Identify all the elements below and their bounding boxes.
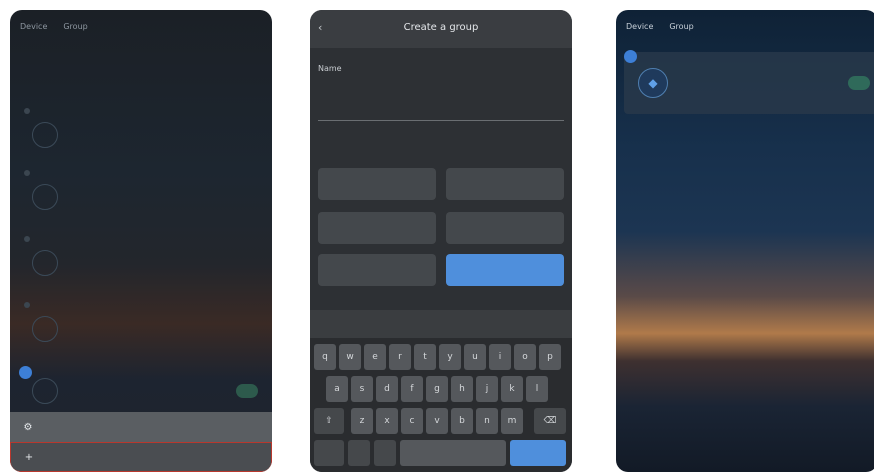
phone-create-group: ‹ Create a group Name q w e r t y u i o … (310, 10, 572, 472)
key-v[interactable]: v (426, 408, 448, 434)
key-y[interactable]: y (439, 344, 461, 370)
device-icon (32, 250, 58, 276)
keyboard-suggestions (310, 310, 572, 338)
on-screen-keyboard: q w e r t y u i o p a s d f g h j k l ⇧ … (310, 338, 572, 472)
device-chip[interactable] (318, 212, 436, 244)
device-chip[interactable] (446, 212, 564, 244)
tab-device[interactable]: Device (626, 22, 653, 31)
list-item[interactable] (10, 38, 272, 98)
status-dot (24, 302, 30, 308)
key-g[interactable]: g (426, 376, 448, 402)
key-c[interactable]: c (401, 408, 423, 434)
list-item[interactable] (10, 228, 272, 288)
key-d[interactable]: d (376, 376, 398, 402)
comma-key[interactable] (348, 440, 370, 466)
key-n[interactable]: n (476, 408, 498, 434)
key-x[interactable]: x (376, 408, 398, 434)
key-p[interactable]: p (539, 344, 561, 370)
status-dot (24, 236, 30, 242)
key-t[interactable]: t (414, 344, 436, 370)
screenshot-stage: Device Group ⚙ + ‹ Create a group Name q… (0, 0, 874, 475)
key-e[interactable]: e (364, 344, 386, 370)
check-icon (624, 50, 637, 63)
shift-key[interactable]: ⇧ (314, 408, 344, 434)
key-f[interactable]: f (401, 376, 423, 402)
key-h[interactable]: h (451, 376, 473, 402)
check-icon (19, 366, 32, 379)
device-chip[interactable] (318, 254, 436, 286)
device-icon (32, 378, 58, 404)
tab-device[interactable]: Device (20, 22, 47, 31)
device-icon (32, 184, 58, 210)
key-z[interactable]: z (351, 408, 373, 434)
key-s[interactable]: s (351, 376, 373, 402)
key-a[interactable]: a (326, 376, 348, 402)
top-tabs: Device Group (626, 22, 694, 31)
key-o[interactable]: o (514, 344, 536, 370)
name-label: Name (318, 64, 342, 73)
plus-icon: + (24, 451, 34, 463)
key-w[interactable]: w (339, 344, 361, 370)
device-chip-selected[interactable] (446, 254, 564, 286)
list-item[interactable] (10, 162, 272, 222)
symbols-key[interactable] (314, 440, 344, 466)
group-icon: ◆ (638, 68, 668, 98)
key-l[interactable]: l (526, 376, 548, 402)
phone-group-created: Device Group ◆ (616, 10, 874, 472)
emoji-key[interactable] (374, 440, 396, 466)
phone-device-list: Device Group ⚙ + (10, 10, 272, 472)
list-item[interactable] (10, 294, 272, 354)
key-u[interactable]: u (464, 344, 486, 370)
menu-item-create-group[interactable]: + (10, 442, 272, 472)
backspace-key[interactable]: ⌫ (534, 408, 566, 434)
menu-item-device-settings[interactable]: ⚙ (10, 412, 272, 442)
title-bar: ‹ Create a group (310, 10, 572, 48)
space-key[interactable] (400, 440, 506, 466)
key-m[interactable]: m (501, 408, 523, 434)
device-icon (32, 316, 58, 342)
status-dot (24, 170, 30, 176)
power-toggle[interactable] (236, 384, 258, 398)
device-chip[interactable] (446, 168, 564, 200)
key-i[interactable]: i (489, 344, 511, 370)
power-toggle[interactable] (848, 76, 870, 90)
device-chip[interactable] (318, 168, 436, 200)
tab-group[interactable]: Group (669, 22, 693, 31)
gear-icon: ⚙ (23, 421, 33, 433)
next-key[interactable] (510, 440, 566, 466)
tab-group[interactable]: Group (63, 22, 87, 31)
input-underline (318, 120, 564, 121)
key-j[interactable]: j (476, 376, 498, 402)
list-item[interactable] (10, 100, 272, 160)
selected-list-item[interactable] (10, 362, 272, 412)
key-q[interactable]: q (314, 344, 336, 370)
key-k[interactable]: k (501, 376, 523, 402)
status-dot (24, 108, 30, 114)
device-icon (32, 122, 58, 148)
top-tabs: Device Group (20, 22, 88, 31)
key-r[interactable]: r (389, 344, 411, 370)
key-b[interactable]: b (451, 408, 473, 434)
page-title: Create a group (403, 22, 479, 33)
